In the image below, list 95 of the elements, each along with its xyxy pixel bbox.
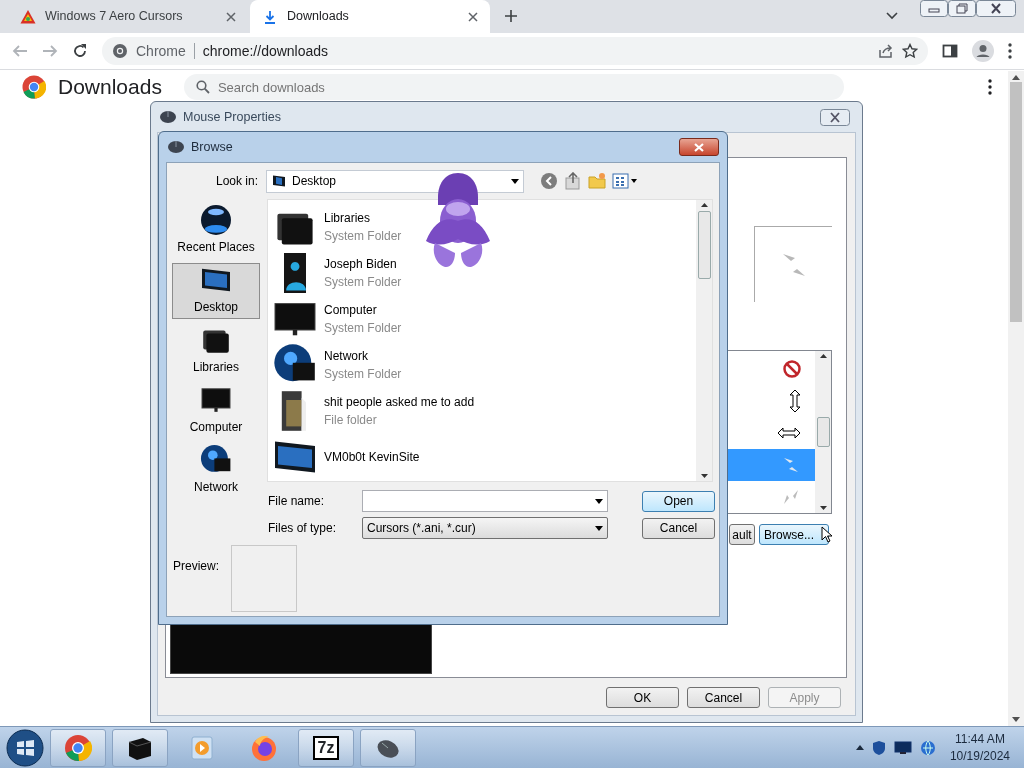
unavailable-icon	[783, 360, 801, 378]
field-label: Files of type:	[268, 520, 338, 537]
network-icon[interactable]	[919, 739, 936, 756]
search-icon	[195, 80, 210, 94]
chrome-icon	[64, 733, 92, 762]
field-label: Preview:	[172, 558, 220, 575]
close-icon[interactable]	[226, 11, 236, 22]
chrome-logo-icon	[22, 75, 46, 99]
shield-icon[interactable]	[871, 739, 886, 756]
address-url: chrome://downloads	[202, 41, 330, 61]
menu-icon[interactable]	[1008, 43, 1012, 59]
scroll-up-icon	[1012, 75, 1020, 80]
minimize-icon[interactable]	[920, 0, 948, 17]
open-button[interactable]: Open	[642, 490, 715, 512]
fox-icon	[250, 733, 278, 762]
file-name-field[interactable]	[362, 490, 608, 512]
close-icon	[694, 142, 704, 152]
dialog-title: Browse	[191, 138, 233, 156]
file-item[interactable]: VM0b0t KevinSite	[273, 434, 696, 480]
browser-tab[interactable]: Downloads	[250, 0, 490, 33]
cancel-button[interactable]: Cancel	[642, 517, 715, 539]
taskbar-app[interactable]	[360, 728, 416, 767]
restore-icon[interactable]	[948, 0, 976, 17]
scroll-down-icon	[700, 474, 708, 478]
file-type-dropdown[interactable]: Cursors (*.ani, *.cur)	[362, 517, 608, 539]
show-hidden-icons-icon[interactable]	[855, 745, 864, 750]
field-label: Look in:	[214, 173, 259, 190]
use-default-button[interactable]: ault	[729, 524, 755, 545]
start-button-icon[interactable]	[6, 728, 44, 767]
favicon-icon	[20, 8, 36, 25]
file-item[interactable]: shit people asked me to add File folder	[273, 388, 696, 434]
place-item[interactable]: Computer	[172, 383, 260, 439]
place-item[interactable]: Libraries	[172, 323, 260, 379]
scrollbar[interactable]	[815, 351, 831, 513]
caret-icon	[595, 498, 603, 504]
look-in-dropdown[interactable]: Desktop	[266, 169, 524, 193]
file-item[interactable]: Libraries System Folder	[273, 204, 696, 250]
chrome-icon	[112, 43, 128, 59]
close-icon[interactable]	[976, 0, 1016, 17]
menu-icon[interactable]	[988, 79, 992, 95]
play-icon	[188, 733, 216, 762]
file-item[interactable]: Network System Folder	[273, 342, 696, 388]
up-folder-icon[interactable]	[564, 172, 582, 190]
orb-icon	[200, 204, 232, 236]
tab-list-icon[interactable]	[886, 12, 898, 20]
taskbar-app[interactable]: 7z	[298, 728, 354, 767]
scroll-up-icon	[819, 354, 827, 358]
caret-icon	[595, 525, 603, 531]
scroll-thumb[interactable]	[697, 211, 711, 279]
download-icon	[262, 8, 278, 25]
scroll-thumb[interactable]	[816, 417, 830, 447]
mouse-icon	[159, 109, 177, 125]
scrollbar[interactable]	[1008, 71, 1024, 726]
place-item[interactable]: Desktop	[172, 263, 260, 319]
dialog-button[interactable]: Cancel	[687, 687, 760, 708]
side-panel-icon[interactable]	[942, 43, 958, 59]
scroll-down-icon	[1012, 717, 1020, 722]
preview-box	[231, 545, 297, 612]
close-icon[interactable]	[820, 108, 850, 126]
place-item[interactable]: Network	[172, 443, 260, 499]
profile-icon[interactable]	[972, 40, 994, 62]
scrollbar[interactable]	[696, 200, 712, 481]
taskbar-app[interactable]	[112, 728, 168, 767]
close-button[interactable]	[679, 138, 719, 156]
new-tab-icon[interactable]	[504, 9, 518, 23]
browse-button[interactable]: Browse...	[759, 524, 829, 545]
share-icon[interactable]	[878, 43, 894, 59]
reload-icon[interactable]	[72, 43, 88, 59]
monitor-icon[interactable]	[893, 740, 912, 755]
browser-tab[interactable]: Windows 7 Aero Cursors	[8, 0, 248, 33]
scroll-down-icon	[819, 506, 827, 510]
file-item[interactable]: Computer System Folder	[273, 296, 696, 342]
scroll-thumb[interactable]	[1010, 82, 1022, 322]
field-label: File name:	[268, 493, 326, 510]
vertical-resize-icon	[789, 389, 801, 413]
back-icon[interactable]	[540, 172, 558, 190]
view-menu-icon[interactable]	[612, 173, 638, 189]
caret-icon	[511, 178, 519, 184]
star-icon[interactable]	[902, 43, 918, 59]
place-item[interactable]: Recent Places	[172, 203, 260, 259]
clock[interactable]: 11:44 AM 10/19/2024	[949, 731, 1010, 764]
monitor-icon	[271, 173, 287, 189]
horizontal-resize-icon	[777, 427, 801, 439]
address-bar[interactable]: Chrome chrome://downloads	[102, 37, 928, 65]
archive-icon[interactable]: 7z	[312, 735, 340, 760]
page-title: Downloads	[58, 74, 162, 101]
window-title: Mouse Properties	[183, 108, 281, 126]
file-item[interactable]: Joseph Biden System Folder	[273, 250, 696, 296]
mouse-pointer-icon	[821, 526, 832, 543]
mouse-icon	[167, 139, 185, 155]
close-icon[interactable]	[468, 11, 478, 22]
site-label: Chrome	[136, 41, 186, 61]
dialog-button[interactable]: OK	[606, 687, 679, 708]
search-field[interactable]: Search downloads	[183, 74, 844, 100]
scroll-up-icon	[700, 203, 708, 207]
